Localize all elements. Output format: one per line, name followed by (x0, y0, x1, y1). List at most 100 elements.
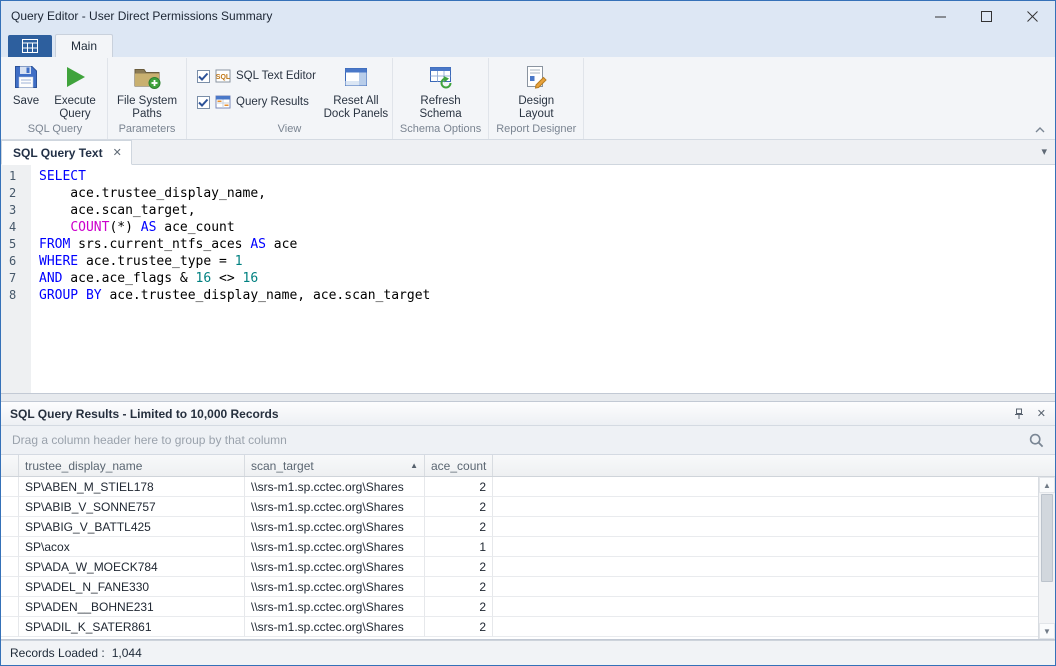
ribbon-group-label-schema-options: Schema Options (396, 121, 485, 139)
table-row[interactable]: SP\ADIL_K_SATER861\\srs-m1.sp.cctec.org\… (1, 617, 1038, 637)
scroll-down-icon[interactable]: ▼ (1039, 623, 1055, 639)
table-cell-trustee-display-name: SP\acox (19, 537, 245, 557)
results-panel-header: SQL Query Results - Limited to 10,000 Re… (1, 402, 1055, 426)
table-cell-filler (493, 477, 1038, 497)
results-close-icon[interactable]: ✕ (1037, 407, 1046, 420)
sql-text-editor-checkbox-row[interactable]: SQL SQL Text Editor (197, 68, 316, 84)
ribbon-group-parameters: File System Paths Parameters (108, 58, 187, 139)
table-cell-filler (493, 497, 1038, 517)
table-cell-scan-target: \\srs-m1.sp.cctec.org\Shares (245, 577, 425, 597)
search-icon[interactable] (1029, 433, 1044, 448)
refresh-schema-button[interactable]: Refresh Schema (411, 59, 471, 121)
refresh-schema-icon (428, 62, 454, 92)
table-cell-filler (493, 597, 1038, 617)
ribbon-group-view: SQL SQL Text Editor (187, 58, 393, 139)
application-menu-button[interactable] (8, 35, 52, 57)
grid-body: SP\ABEN_M_STIEL178\\srs-m1.sp.cctec.org\… (1, 477, 1055, 639)
vertical-scrollbar[interactable]: ▲ ▼ (1038, 477, 1055, 639)
ribbon-group-report-designer: Design Layout Report Designer (489, 58, 584, 139)
line-number-gutter: 12345678 (1, 165, 31, 393)
line-number: 4 (9, 219, 31, 236)
code-line[interactable]: COUNT(*) AS ace_count (39, 219, 1055, 236)
table-cell-ace-count: 2 (425, 597, 493, 617)
close-button[interactable] (1009, 1, 1055, 31)
group-by-panel[interactable]: Drag a column header here to group by th… (1, 426, 1055, 455)
design-layout-button[interactable]: Design Layout (506, 59, 566, 121)
table-row[interactable]: SP\ADEN__BOHNE231\\srs-m1.sp.cctec.org\S… (1, 597, 1038, 617)
code-line[interactable]: ace.trustee_display_name, (39, 185, 1055, 202)
records-loaded-value: 1,044 (112, 646, 142, 660)
ribbon: Save Execute Query SQL Query (1, 57, 1055, 140)
code-line[interactable]: AND ace.ace_flags & 16 <> 16 (39, 270, 1055, 287)
sql-query-results-panel: SQL Query Results - Limited to 10,000 Re… (1, 401, 1055, 640)
code-line[interactable]: ace.scan_target, (39, 202, 1055, 219)
reset-all-dock-panels-button[interactable]: Reset All Dock Panels (323, 59, 389, 121)
table-row[interactable]: SP\ABIB_V_SONNE757\\srs-m1.sp.cctec.org\… (1, 497, 1038, 517)
row-indicator (1, 617, 19, 637)
column-header-scan-target[interactable]: scan_target ▲ (245, 455, 425, 476)
ribbon-collapse-chevron-icon[interactable] (1035, 127, 1045, 133)
title-bar: Query Editor - User Direct Permissions S… (1, 1, 1055, 31)
code-line[interactable]: GROUP BY ace.trustee_display_name, ace.s… (39, 287, 1055, 304)
results-panel-title: SQL Query Results - Limited to 10,000 Re… (10, 407, 279, 421)
file-system-paths-button-label: File System Paths (111, 95, 183, 121)
row-indicator (1, 597, 19, 617)
query-results-checkbox[interactable] (197, 96, 210, 109)
tab-close-icon[interactable]: ✕ (113, 146, 122, 159)
table-cell-ace-count: 2 (425, 497, 493, 517)
svg-text:SQL: SQL (216, 74, 231, 81)
sql-code[interactable]: SELECT ace.trustee_display_name, ace.sca… (31, 165, 1055, 393)
code-line[interactable]: FROM srs.current_ntfs_aces AS ace (39, 236, 1055, 253)
table-cell-ace-count: 2 (425, 577, 493, 597)
table-cell-scan-target: \\srs-m1.sp.cctec.org\Shares (245, 557, 425, 577)
table-cell-trustee-display-name: SP\ADIL_K_SATER861 (19, 617, 245, 637)
line-number: 6 (9, 253, 31, 270)
row-indicator (1, 477, 19, 497)
scrollbar-track[interactable] (1039, 493, 1055, 623)
minimize-button[interactable] (917, 1, 963, 31)
maximize-icon (981, 11, 992, 22)
table-cell-trustee-display-name: SP\ADEN__BOHNE231 (19, 597, 245, 617)
line-number: 8 (9, 287, 31, 304)
query-editor-window: Query Editor - User Direct Permissions S… (0, 0, 1056, 666)
table-cell-ace-count: 2 (425, 617, 493, 637)
line-number: 5 (9, 236, 31, 253)
table-row[interactable]: SP\ABEN_M_STIEL178\\srs-m1.sp.cctec.org\… (1, 477, 1038, 497)
table-row[interactable]: SP\ADEL_N_FANE330\\srs-m1.sp.cctec.org\S… (1, 577, 1038, 597)
execute-query-button[interactable]: Execute Query (46, 59, 104, 121)
group-by-hint: Drag a column header here to group by th… (12, 433, 287, 447)
save-button[interactable]: Save (6, 59, 46, 108)
ribbon-group-label-view: View (190, 121, 389, 139)
line-number: 1 (9, 168, 31, 185)
execute-query-button-label: Execute Query (46, 95, 104, 121)
row-indicator (1, 497, 19, 517)
panel-splitter[interactable] (1, 394, 1055, 401)
table-row[interactable]: SP\acox\\srs-m1.sp.cctec.org\Shares1 (1, 537, 1038, 557)
tab-sql-query-text-label: SQL Query Text (13, 146, 103, 160)
file-system-paths-button[interactable]: File System Paths (111, 59, 183, 121)
sql-editor[interactable]: 12345678 SELECT ace.trustee_display_name… (1, 165, 1055, 394)
query-results-checkbox-row[interactable]: Query Results (197, 94, 316, 110)
code-line[interactable]: SELECT (39, 168, 1055, 185)
table-row[interactable]: SP\ABIG_V_BATTL425\\srs-m1.sp.cctec.org\… (1, 517, 1038, 537)
table-cell-ace-count: 2 (425, 517, 493, 537)
column-header-trustee-display-name[interactable]: trustee_display_name (19, 455, 245, 476)
table-cell-scan-target: \\srs-m1.sp.cctec.org\Shares (245, 497, 425, 517)
scroll-up-icon[interactable]: ▲ (1039, 477, 1055, 493)
column-header-ace-count[interactable]: ace_count (425, 455, 493, 476)
code-line[interactable]: WHERE ace.trustee_type = 1 (39, 253, 1055, 270)
tab-list-dropdown-icon[interactable]: ▾ (1041, 145, 1047, 158)
table-row[interactable]: SP\ADA_W_MOECK784\\srs-m1.sp.cctec.org\S… (1, 557, 1038, 577)
scrollbar-thumb[interactable] (1041, 494, 1053, 582)
query-results-grid-icon (215, 94, 231, 110)
play-icon (62, 62, 88, 92)
pin-icon[interactable] (1013, 408, 1025, 420)
sql-text-editor-checkbox[interactable] (197, 70, 210, 83)
tab-sql-query-text[interactable]: SQL Query Text ✕ (1, 140, 132, 165)
grid-header-filler (493, 455, 1055, 476)
maximize-button[interactable] (963, 1, 1009, 31)
window-title: Query Editor - User Direct Permissions S… (1, 9, 272, 23)
table-cell-filler (493, 517, 1038, 537)
table-cell-scan-target: \\srs-m1.sp.cctec.org\Shares (245, 477, 425, 497)
tab-main[interactable]: Main (55, 34, 113, 57)
